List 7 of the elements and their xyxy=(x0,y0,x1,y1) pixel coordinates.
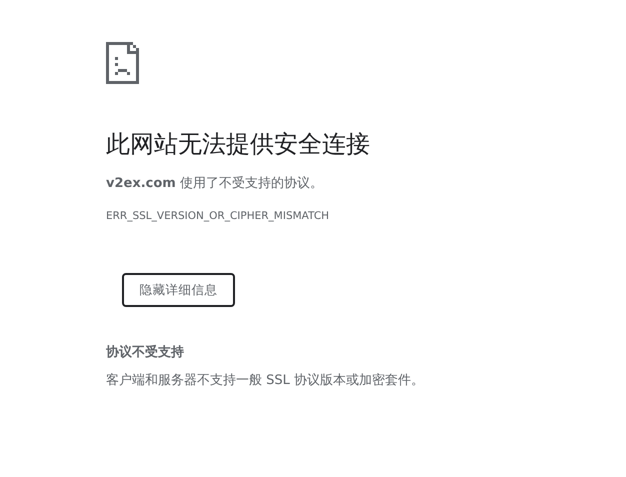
details-text: 客户端和服务器不支持一般 SSL 协议版本或加密套件。 xyxy=(106,372,424,390)
sad-page-icon xyxy=(106,42,139,84)
error-code: ERR_SSL_VERSION_OR_CIPHER_MISMATCH xyxy=(106,209,330,223)
error-summary: v2ex.com 使用了不受支持的协议。 xyxy=(106,175,323,193)
error-heading: 此网站无法提供安全连接 xyxy=(106,129,370,159)
hide-details-button[interactable]: 隐藏详细信息 xyxy=(122,273,235,307)
details-title: 协议不受支持 xyxy=(106,344,184,362)
